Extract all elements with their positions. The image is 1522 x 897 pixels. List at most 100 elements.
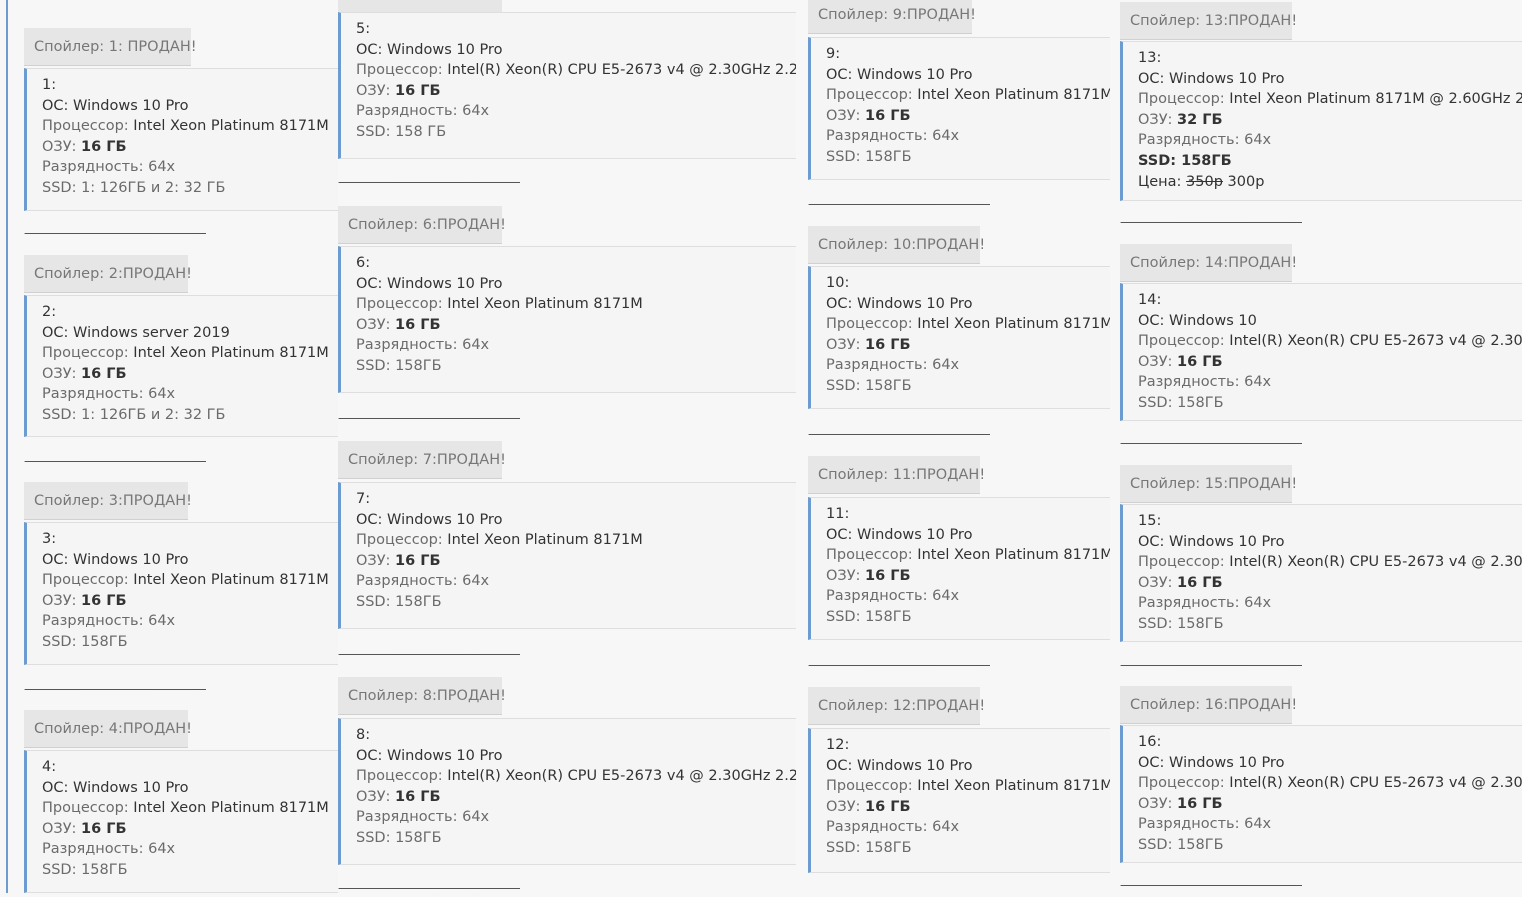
bits-value: 64х: [462, 337, 490, 354]
ssd-value: 158ГБ: [1181, 152, 1232, 169]
spoiler-button-10[interactable]: Спойлер: 10:ПРОДАН!: [808, 226, 985, 264]
os-row: ОС: Windows 10 Pro: [826, 756, 1110, 777]
spoiler-button-13[interactable]: Спойлер: 13:ПРОДАН!: [1120, 2, 1297, 40]
cpu-row: Процессор: Intel Xeon Platinum 8171M @ 2…: [1138, 89, 1522, 110]
spoiler-button-16[interactable]: Спойлер: 16:ПРОДАН!: [1120, 686, 1297, 724]
spoiler-button-8[interactable]: Спойлер: 8:ПРОДАН!: [338, 677, 506, 715]
item-number-text: 11:: [826, 506, 850, 522]
ssd-value: 1: 126ГБ и 2: 32 ГБ: [81, 179, 226, 196]
item-number: 13:: [1138, 48, 1522, 69]
os-value: Windows 10 Pro: [387, 747, 503, 764]
spoiler-button-7[interactable]: Спойлер: 7:ПРОДАН!: [338, 441, 506, 479]
ssd-value: 158ГБ: [395, 829, 442, 846]
os-row: ОС: Windows 10 Pro: [826, 65, 1110, 86]
bits-value: 64х: [148, 841, 176, 858]
ram-row: ОЗУ: 16 ГБ: [356, 81, 796, 102]
spoiler-button-2[interactable]: Спойлер: 2:ПРОДАН!: [24, 255, 192, 293]
cpu-label: Процессор:: [356, 296, 448, 313]
bits-value: 64х: [1244, 374, 1272, 391]
ssd-row: SSD: 158 ГБ: [356, 122, 796, 143]
item-number-text: 5:: [356, 21, 371, 37]
ssd-label: SSD:: [826, 608, 866, 625]
spoiler-button-12[interactable]: Спойлер: 12:ПРОДАН!: [808, 687, 985, 725]
cpu-value: Intel Xeon Platinum 8171M @ 2.60GHz 2.10…: [1229, 91, 1522, 108]
cpu-value: Intel Xeon Platinum 8171M: [133, 800, 329, 817]
ram-row: ОЗУ: 32 ГБ: [1138, 110, 1522, 131]
item-number-text: 6:: [356, 255, 371, 271]
os-value: Windows 10 Pro: [387, 275, 503, 292]
cpu-value: Intel Xeon Platinum 8171M: [133, 345, 329, 362]
spoiler-button-4[interactable]: Спойлер: 4:ПРОДАН!: [24, 710, 192, 748]
bits-row: Разрядность: 64х: [1138, 593, 1522, 614]
ram-value: 16 ГБ: [1177, 574, 1223, 591]
item-number-text: 14:: [1138, 292, 1162, 308]
os-label: ОС:: [42, 551, 74, 568]
ssd-value: 1: 126ГБ и 2: 32 ГБ: [81, 406, 226, 423]
cpu-label: Процессор:: [826, 778, 918, 795]
ssd-row: SSD: 158ГБ: [1138, 151, 1522, 172]
spoiler-button-14[interactable]: Спойлер: 14:ПРОДАН!: [1120, 244, 1297, 282]
bits-label: Разрядность:: [826, 357, 933, 374]
price-new: 300р: [1227, 173, 1265, 190]
ram-row: ОЗУ: 16 ГБ: [42, 137, 338, 158]
item-number: 5:: [356, 19, 796, 40]
os-value: Windows 10: [1169, 312, 1257, 329]
item-number: 9:: [826, 44, 1110, 65]
cpu-label: Процессор:: [356, 768, 448, 785]
divider: ----------------------------------------…: [338, 175, 521, 189]
os-value: Windows 10 Pro: [1169, 754, 1285, 771]
item-number-text: 2:: [42, 304, 57, 320]
os-row: ОС: Windows 10 Pro: [356, 274, 796, 295]
ram-value: 16 ГБ: [865, 798, 911, 815]
os-row: ОС: Windows 10 Pro: [1138, 753, 1522, 774]
divider: ----------------------------------------…: [24, 0, 294, 8]
os-row: ОС: Windows 10 Pro: [826, 294, 1110, 315]
ram-label: ОЗУ:: [1138, 353, 1178, 370]
spoiler-button-1[interactable]: Спойлер: 1: ПРОДАН!: [24, 28, 197, 66]
ram-label: ОЗУ:: [42, 365, 82, 382]
spoiler-button-11[interactable]: Спойлер: 11:ПРОДАН!: [808, 456, 985, 494]
cpu-row: Процессор: Intel Xeon Platinum 8171M: [826, 85, 1110, 106]
ssd-row: SSD: 158ГБ: [356, 592, 796, 613]
cpu-row: Процессор: Intel Xeon Platinum 8171M: [42, 343, 338, 364]
ssd-value: 158 ГБ: [395, 123, 447, 140]
os-row: ОС: Windows 10 Pro: [1138, 532, 1522, 553]
spoiler-button-3[interactable]: Спойлер: 3:ПРОДАН!: [24, 482, 192, 520]
divider: ----------------------------------------…: [338, 881, 521, 895]
ssd-row: SSD: 158ГБ: [826, 838, 1110, 859]
cpu-row: Процессор: Intel Xeon Platinum 8171M: [42, 116, 338, 137]
divider: ----------------------------------------…: [1120, 436, 1303, 450]
spoiler-button-15[interactable]: Спойлер: 15:ПРОДАН!: [1120, 465, 1297, 503]
cpu-value: Intel(R) Xeon(R) CPU E5-2673 v4 @ 2.30GH…: [1229, 554, 1522, 571]
os-label: ОС:: [42, 779, 74, 796]
cpu-value: Intel Xeon Platinum 8171M: [133, 572, 329, 589]
ram-value: 16 ГБ: [865, 107, 911, 124]
price-old: 350р: [1186, 173, 1223, 190]
bits-row: Разрядность: 64х: [356, 571, 796, 592]
bits-row: Разрядность: 64х: [826, 126, 1110, 147]
spoiler-content-12: 12: ОС: Windows 10 Pro Процессор: Intel Xe…: [808, 728, 1110, 873]
spoiler-button-9[interactable]: Спойлер: 9:ПРОДАН!: [808, 0, 976, 34]
bits-label: Разрядность:: [42, 159, 149, 176]
cpu-value: Intel Xeon Platinum 8171M: [917, 87, 1110, 104]
item-number: 16:: [1138, 732, 1522, 753]
cpu-value: Intel Xeon Platinum 8171M: [917, 316, 1110, 333]
bits-label: Разрядность:: [826, 128, 933, 145]
spoiler-button-6[interactable]: Спойлер: 6:ПРОДАН!: [338, 206, 506, 244]
os-row: ОС: Windows 10 Pro: [42, 550, 338, 571]
ram-label: ОЗУ:: [356, 82, 396, 99]
os-label: ОС:: [356, 41, 388, 58]
os-row: ОС: Windows 10: [1138, 311, 1522, 332]
os-label: ОС:: [1138, 70, 1170, 87]
bits-label: Разрядность:: [826, 819, 933, 836]
item-number: 12:: [826, 735, 1110, 756]
ssd-label: SSD:: [1138, 394, 1178, 411]
divider: ----------------------------------------…: [24, 454, 207, 468]
price-label: Цена:: [1138, 173, 1187, 190]
bits-row: Разрядность: 64х: [42, 839, 338, 860]
os-label: ОС:: [826, 66, 858, 83]
item-number-text: 4:: [42, 759, 57, 775]
ssd-label: SSD:: [356, 123, 396, 140]
ssd-label: SSD:: [42, 406, 82, 423]
bits-row: Разрядность: 64х: [826, 355, 1110, 376]
